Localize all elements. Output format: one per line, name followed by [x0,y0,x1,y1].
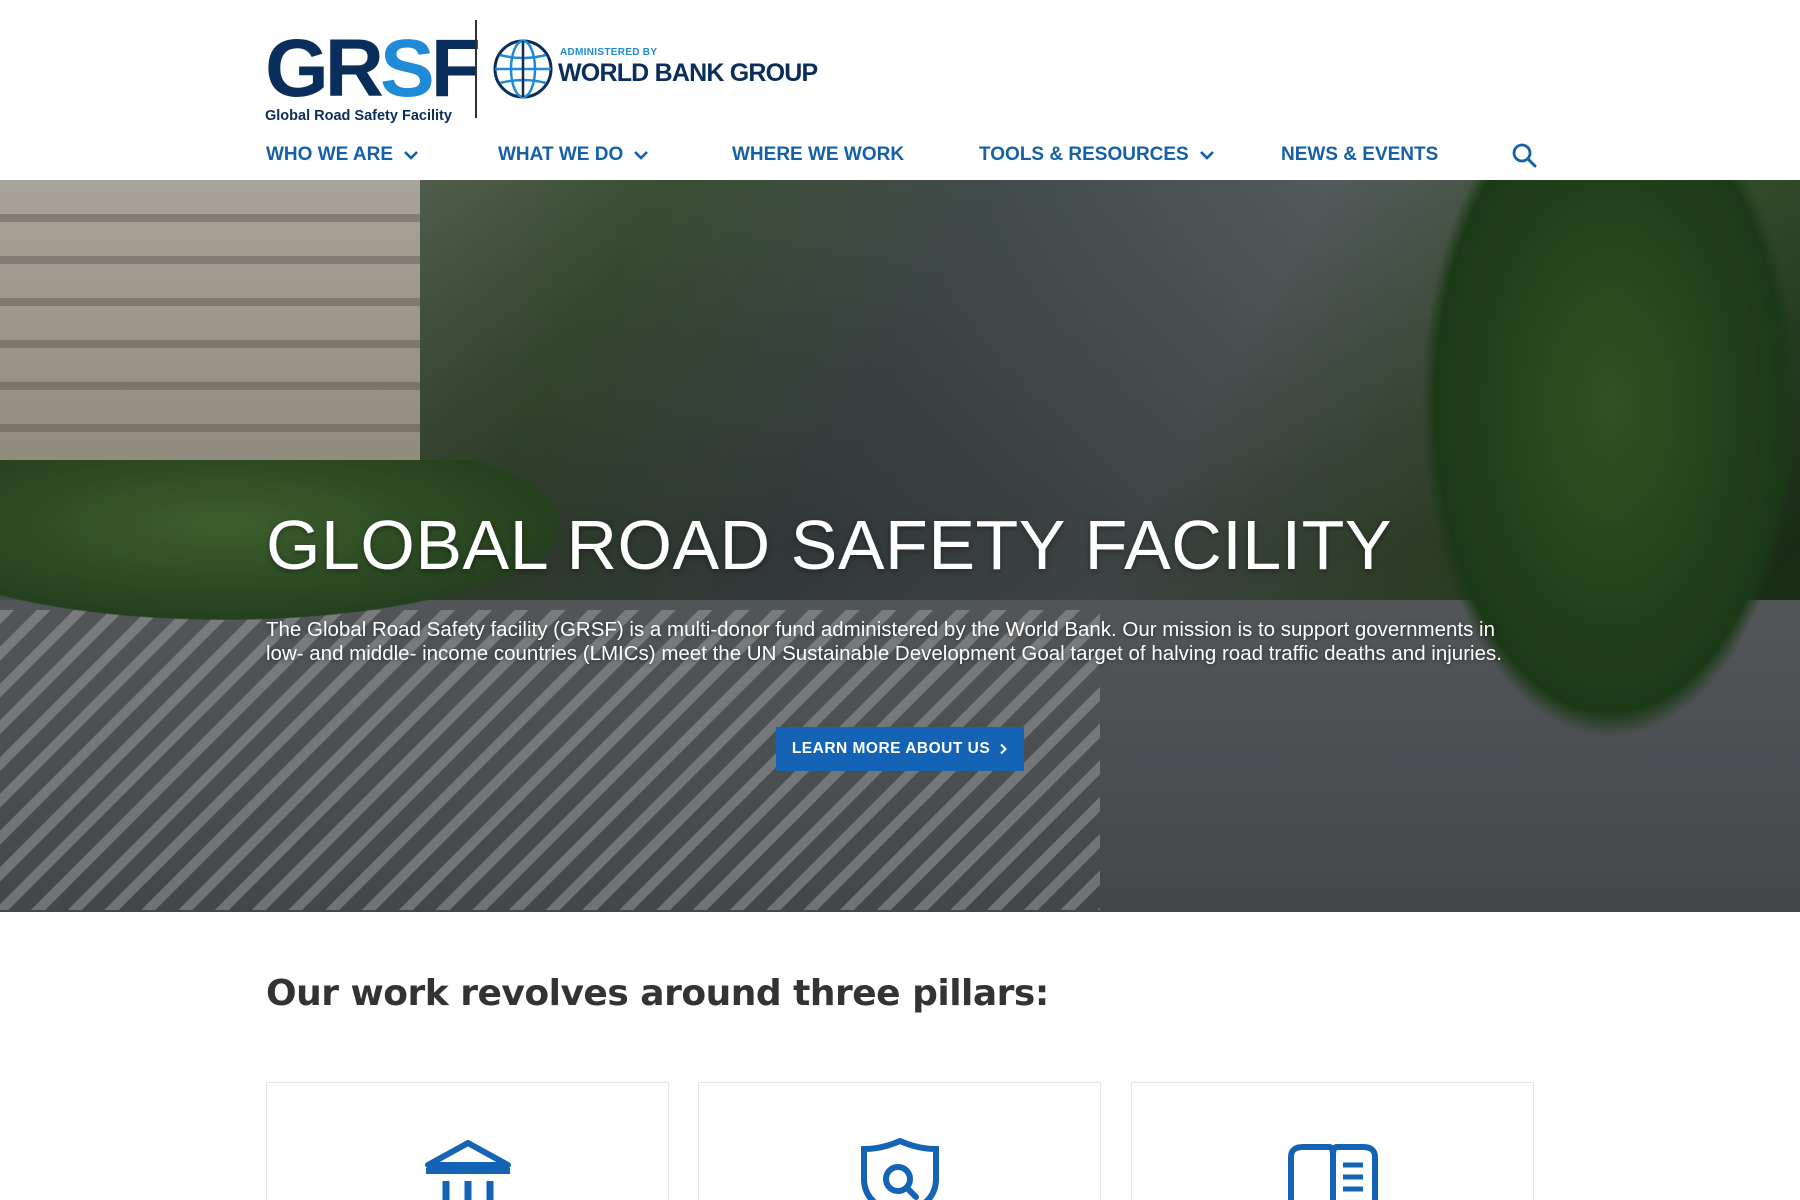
institution-icon [424,1140,511,1200]
chevron-right-icon [1000,743,1008,755]
pillars-heading: Our work revolves around three pillars: [266,973,1049,1014]
nav-where-we-work[interactable]: WHERE WE WORK [732,138,904,172]
world-bank-group-name: WORLD BANK GROUP [558,59,818,87]
pillar-card-3[interactable] [1131,1082,1534,1200]
nav-news-events-label: NEWS & EVENTS [1281,144,1439,165]
logo-divider [475,20,477,118]
pillar-card-1[interactable] [266,1082,669,1200]
nav-tools-resources-label: TOOLS & RESOURCES [979,144,1189,165]
nav-who-we-are[interactable]: WHO WE ARE [266,138,419,172]
learn-more-button[interactable]: LEARN MORE ABOUT US [776,727,1024,771]
hero-title: GLOBAL ROAD SAFETY FACILITY [266,506,1393,584]
chevron-down-icon [1199,151,1214,160]
hero-description: The Global Road Safety facility (GRSF) i… [266,618,1502,665]
grsf-logo-letters: GRSF [265,23,481,114]
world-bank-group-logo[interactable]: ADMINISTERED BY WORLD BANK GROUP [492,38,818,102]
chevron-down-icon [404,151,418,160]
search-icon[interactable] [1511,142,1537,168]
nav-tools-resources[interactable]: TOOLS & RESOURCES [979,138,1215,172]
grsf-tagline: Global Road Safety Facility [265,108,452,124]
nav-who-we-are-label: WHO WE ARE [266,144,394,165]
open-book-icon [1287,1144,1378,1200]
nav-where-we-work-label: WHERE WE WORK [732,144,905,165]
hero-banner: GLOBAL ROAD SAFETY FACILITY The Global R… [0,180,1800,912]
grsf-logo[interactable]: GRSF Global Road Safety Facility [265,23,481,125]
pillar-card-2[interactable] [698,1082,1101,1200]
nav-what-we-do-label: WHAT WE DO [498,144,624,165]
chevron-down-icon [634,151,649,160]
site-header: GRSF Global Road Safety Facility ADMINIS… [0,0,1800,180]
learn-more-button-label: LEARN MORE ABOUT US [791,740,991,757]
globe-icon [493,39,553,99]
administered-by-label: ADMINISTERED BY [560,47,658,58]
nav-what-we-do[interactable]: WHAT WE DO [498,138,649,172]
main-nav: WHO WE ARE WHAT WE DO WHERE WE WORK TOOL… [266,138,1537,172]
shield-search-icon [860,1137,939,1200]
nav-news-events[interactable]: NEWS & EVENTS [1281,138,1438,172]
